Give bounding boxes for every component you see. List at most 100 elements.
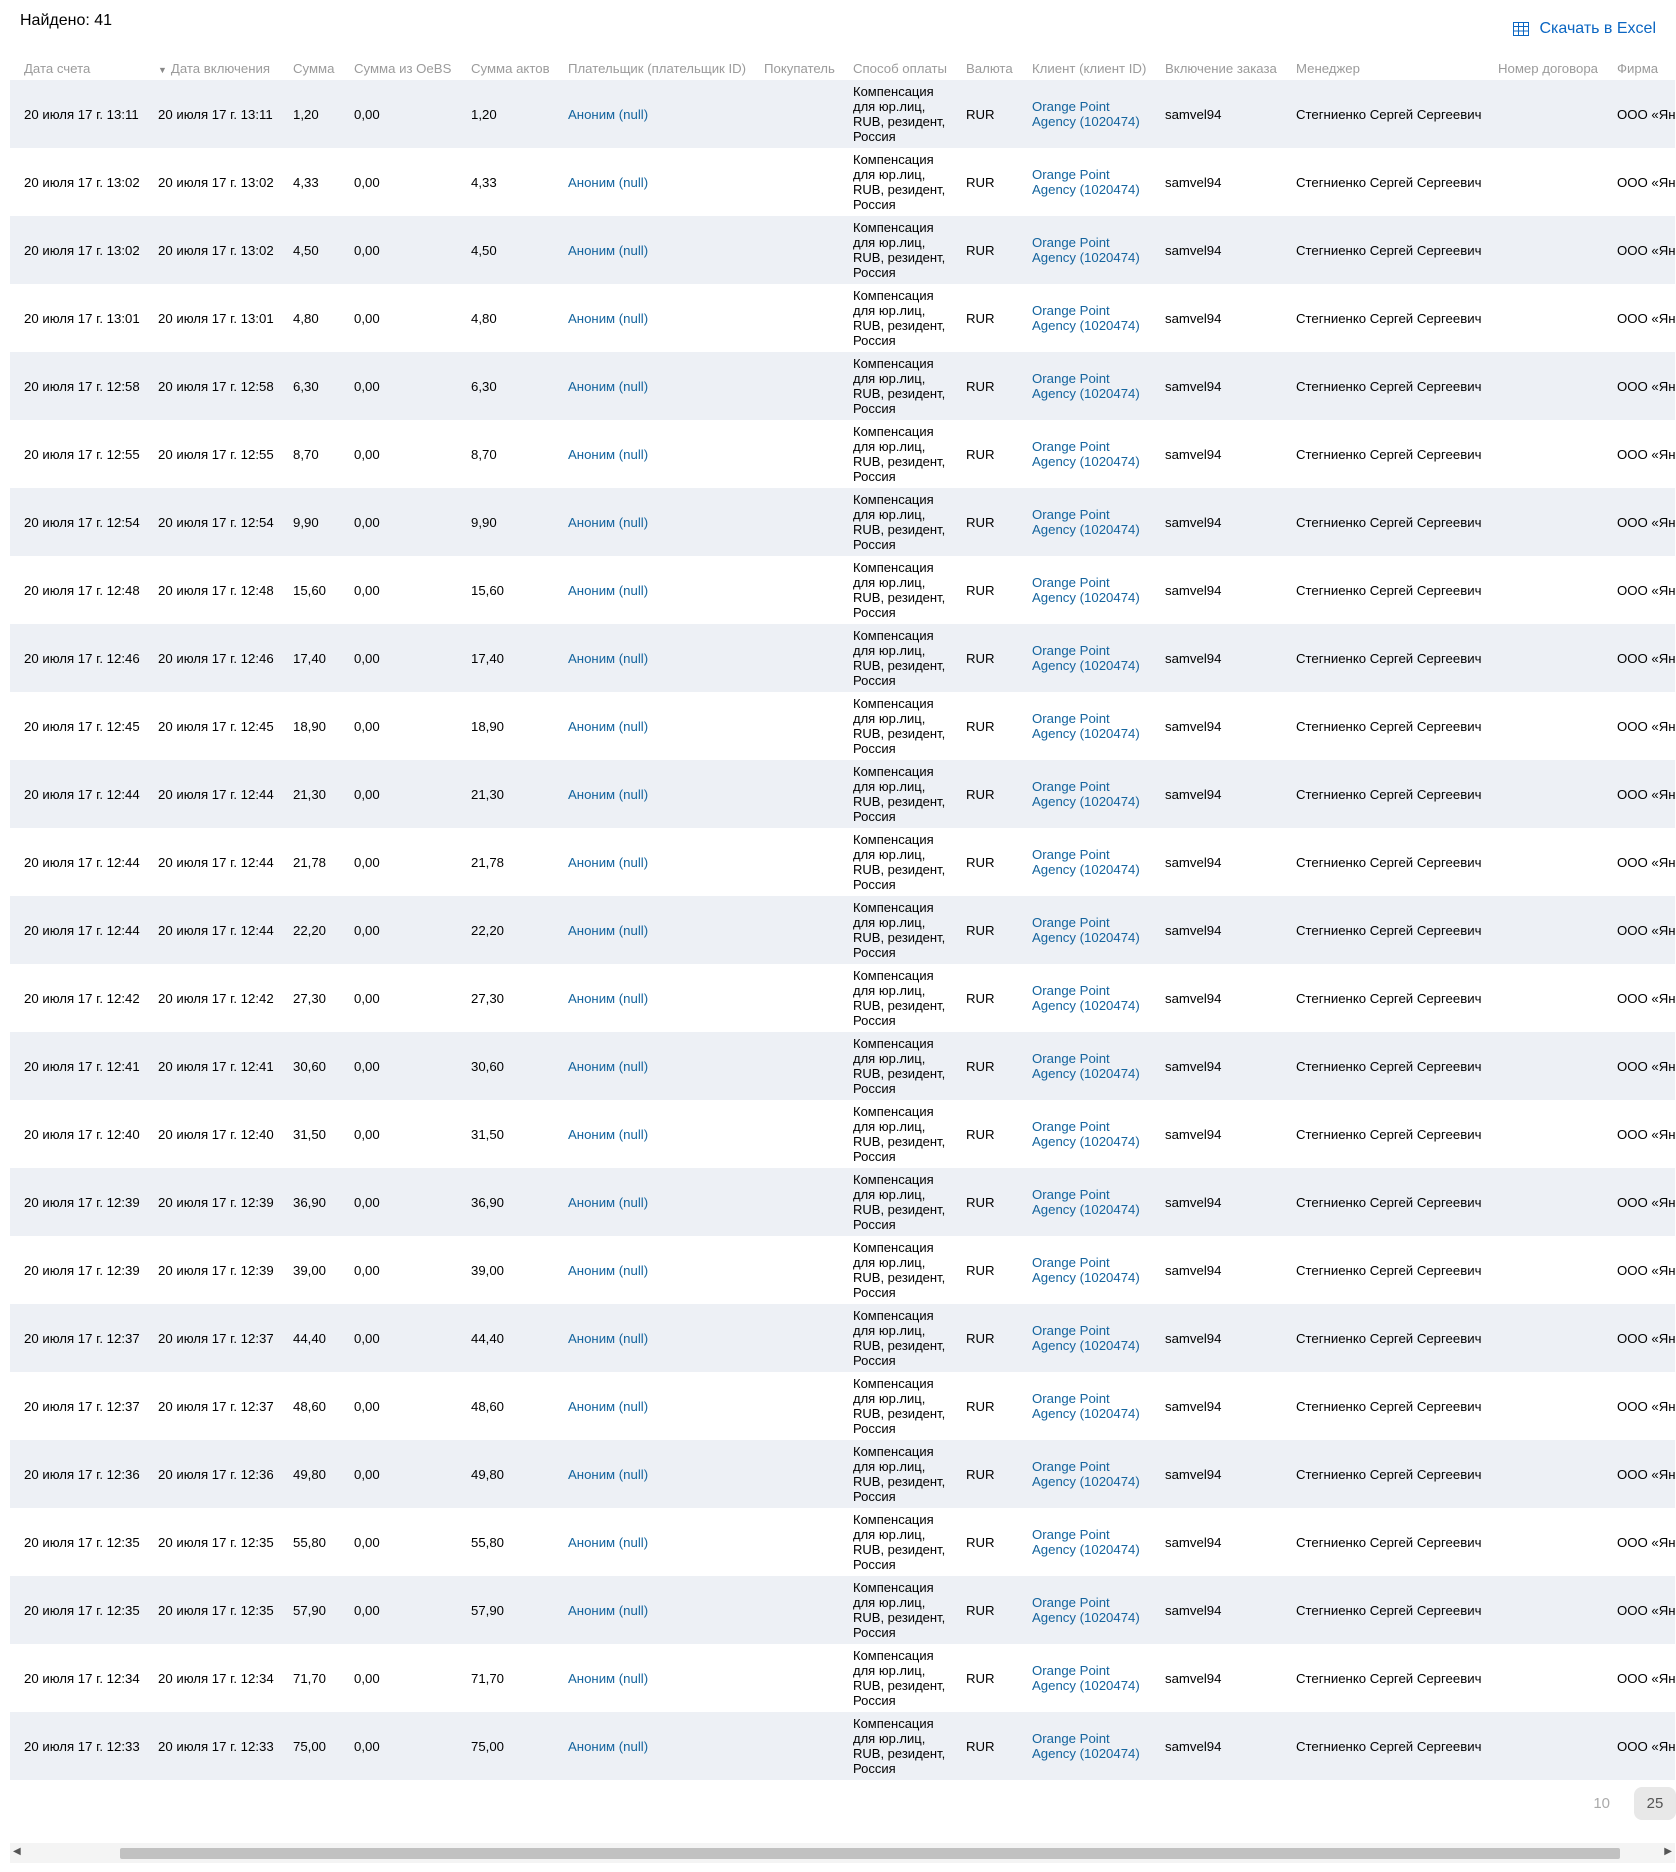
col-header-currency[interactable]: Валюта bbox=[952, 56, 1018, 80]
cell-payer-link[interactable]: Аноним (null) bbox=[568, 1331, 648, 1346]
cell-client-link[interactable]: Orange Point Agency (1020474) bbox=[1032, 915, 1140, 945]
cell-client-link[interactable]: Orange Point Agency (1020474) bbox=[1032, 303, 1140, 333]
table-row[interactable]: 20 июля 17 г. 12:54 20 июля 17 г. 12:54 9,… bbox=[10, 488, 1675, 556]
col-header-contract-number[interactable]: Номер договора bbox=[1484, 56, 1603, 80]
cell-client-link[interactable]: Orange Point Agency (1020474) bbox=[1032, 847, 1140, 877]
table-row[interactable]: 20 июля 17 г. 12:35 20 июля 17 г. 12:35 57… bbox=[10, 1576, 1675, 1644]
col-header-inclusion-date[interactable]: ▼ Дата включения bbox=[144, 56, 279, 80]
arrow-left-icon[interactable]: ◀ bbox=[13, 1846, 21, 1857]
cell-payer-link[interactable]: Аноним (null) bbox=[568, 175, 648, 190]
table-row[interactable]: 20 июля 17 г. 12:46 20 июля 17 г. 12:46 17… bbox=[10, 624, 1675, 692]
horizontal-scrollbar[interactable]: ◀ ▶ bbox=[10, 1843, 1675, 1863]
cell-payer-link[interactable]: Аноним (null) bbox=[568, 1195, 648, 1210]
table-row[interactable]: 20 июля 17 г. 12:41 20 июля 17 г. 12:41 30… bbox=[10, 1032, 1675, 1100]
cell-payer-link[interactable]: Аноним (null) bbox=[568, 1263, 648, 1278]
cell-payer-link[interactable]: Аноним (null) bbox=[568, 515, 648, 530]
cell-sum-acts: 9,90 bbox=[457, 488, 554, 556]
cell-client-link[interactable]: Orange Point Agency (1020474) bbox=[1032, 711, 1140, 741]
cell-client-link[interactable]: Orange Point Agency (1020474) bbox=[1032, 1459, 1140, 1489]
col-header-sum-oebs[interactable]: Сумма из OeBS bbox=[340, 56, 457, 80]
cell-payer-link[interactable]: Аноним (null) bbox=[568, 1059, 648, 1074]
col-header-payment-method[interactable]: Способ оплаты bbox=[839, 56, 952, 80]
table-row[interactable]: 20 июля 17 г. 12:55 20 июля 17 г. 12:55 8,… bbox=[10, 420, 1675, 488]
cell-client-link[interactable]: Orange Point Agency (1020474) bbox=[1032, 371, 1140, 401]
cell-client-link[interactable]: Orange Point Agency (1020474) bbox=[1032, 575, 1140, 605]
col-header-buyer[interactable]: Покупатель bbox=[750, 56, 839, 80]
table-row[interactable]: 20 июля 17 г. 12:33 20 июля 17 г. 12:33 75… bbox=[10, 1712, 1675, 1780]
cell-payer-link[interactable]: Аноним (null) bbox=[568, 1739, 648, 1754]
table-row[interactable]: 20 июля 17 г. 12:39 20 июля 17 г. 12:39 39… bbox=[10, 1236, 1675, 1304]
table-row[interactable]: 20 июля 17 г. 12:44 20 июля 17 г. 12:44 21… bbox=[10, 760, 1675, 828]
cell-client-link[interactable]: Orange Point Agency (1020474) bbox=[1032, 1119, 1140, 1149]
table-row[interactable]: 20 июля 17 г. 12:37 20 июля 17 г. 12:37 44… bbox=[10, 1304, 1675, 1372]
col-header-order-inclusion[interactable]: Включение заказа bbox=[1151, 56, 1282, 80]
cell-client-link[interactable]: Orange Point Agency (1020474) bbox=[1032, 1391, 1140, 1421]
col-header-sum-acts[interactable]: Сумма актов bbox=[457, 56, 554, 80]
cell-client-link[interactable]: Orange Point Agency (1020474) bbox=[1032, 167, 1140, 197]
col-header-firm[interactable]: Фирма bbox=[1603, 56, 1675, 80]
cell-currency: RUR bbox=[952, 488, 1018, 556]
cell-payer-link[interactable]: Аноним (null) bbox=[568, 719, 648, 734]
cell-client-link[interactable]: Orange Point Agency (1020474) bbox=[1032, 1323, 1140, 1353]
table-row[interactable]: 20 июля 17 г. 12:34 20 июля 17 г. 12:34 71… bbox=[10, 1644, 1675, 1712]
cell-client-link[interactable]: Orange Point Agency (1020474) bbox=[1032, 1255, 1140, 1285]
cell-client-link[interactable]: Orange Point Agency (1020474) bbox=[1032, 235, 1140, 265]
table-row[interactable]: 20 июля 17 г. 12:48 20 июля 17 г. 12:48 15… bbox=[10, 556, 1675, 624]
arrow-right-icon[interactable]: ▶ bbox=[1664, 1846, 1672, 1857]
cell-payer-link[interactable]: Аноним (null) bbox=[568, 1127, 648, 1142]
table-row[interactable]: 20 июля 17 г. 13:01 20 июля 17 г. 13:01 4,… bbox=[10, 284, 1675, 352]
col-header-payer[interactable]: Плательщик (плательщик ID) bbox=[554, 56, 750, 80]
cell-payer-link[interactable]: Аноним (null) bbox=[568, 787, 648, 802]
cell-payer-link[interactable]: Аноним (null) bbox=[568, 447, 648, 462]
cell-payer-link[interactable]: Аноним (null) bbox=[568, 1535, 648, 1550]
table-row[interactable]: 20 июля 17 г. 13:11 20 июля 17 г. 13:11 1,… bbox=[10, 80, 1675, 148]
cell-client-link[interactable]: Orange Point Agency (1020474) bbox=[1032, 99, 1140, 129]
table-row[interactable]: 20 июля 17 г. 12:36 20 июля 17 г. 12:36 49… bbox=[10, 1440, 1675, 1508]
cell-client-link[interactable]: Orange Point Agency (1020474) bbox=[1032, 1595, 1140, 1625]
cell-client-link[interactable]: Orange Point Agency (1020474) bbox=[1032, 507, 1140, 537]
cell-sum-acts: 71,70 bbox=[457, 1644, 554, 1712]
scrollbar-thumb[interactable] bbox=[120, 1848, 1620, 1859]
table-row[interactable]: 20 июля 17 г. 13:02 20 июля 17 г. 13:02 4,… bbox=[10, 148, 1675, 216]
cell-payer-link[interactable]: Аноним (null) bbox=[568, 379, 648, 394]
col-header-manager[interactable]: Менеджер bbox=[1282, 56, 1484, 80]
table-row[interactable]: 20 июля 17 г. 13:02 20 июля 17 г. 13:02 4,… bbox=[10, 216, 1675, 284]
page-size-option-25[interactable]: 25 bbox=[1634, 1787, 1676, 1820]
table-row[interactable]: 20 июля 17 г. 12:44 20 июля 17 г. 12:44 22… bbox=[10, 896, 1675, 964]
cell-client-link[interactable]: Orange Point Agency (1020474) bbox=[1032, 1731, 1140, 1761]
cell-client-link[interactable]: Orange Point Agency (1020474) bbox=[1032, 1051, 1140, 1081]
col-header-invoice-date[interactable]: Дата счета bbox=[10, 56, 144, 80]
cell-payer-link[interactable]: Аноним (null) bbox=[568, 1603, 648, 1618]
cell-payer-link[interactable]: Аноним (null) bbox=[568, 651, 648, 666]
table-row[interactable]: 20 июля 17 г. 12:39 20 июля 17 г. 12:39 36… bbox=[10, 1168, 1675, 1236]
cell-client-link[interactable]: Orange Point Agency (1020474) bbox=[1032, 983, 1140, 1013]
col-header-sum[interactable]: Сумма bbox=[279, 56, 340, 80]
cell-payer-link[interactable]: Аноним (null) bbox=[568, 855, 648, 870]
cell-client-link[interactable]: Orange Point Agency (1020474) bbox=[1032, 1527, 1140, 1557]
col-header-client[interactable]: Клиент (клиент ID) bbox=[1018, 56, 1151, 80]
cell-payer-link[interactable]: Аноним (null) bbox=[568, 1399, 648, 1414]
cell-client-link[interactable]: Orange Point Agency (1020474) bbox=[1032, 1187, 1140, 1217]
table-row[interactable]: 20 июля 17 г. 12:45 20 июля 17 г. 12:45 18… bbox=[10, 692, 1675, 760]
page-size-option-10[interactable]: 10 bbox=[1583, 1789, 1620, 1818]
cell-client-link[interactable]: Orange Point Agency (1020474) bbox=[1032, 439, 1140, 469]
cell-payer-link[interactable]: Аноним (null) bbox=[568, 583, 648, 598]
cell-client-link[interactable]: Orange Point Agency (1020474) bbox=[1032, 1663, 1140, 1693]
table-row[interactable]: 20 июля 17 г. 12:58 20 июля 17 г. 12:58 6,… bbox=[10, 352, 1675, 420]
excel-download-link[interactable]: Скачать в Excel bbox=[1513, 20, 1656, 38]
cell-payer-link[interactable]: Аноним (null) bbox=[568, 1467, 648, 1482]
table-row[interactable]: 20 июля 17 г. 12:37 20 июля 17 г. 12:37 48… bbox=[10, 1372, 1675, 1440]
cell-client-link[interactable]: Orange Point Agency (1020474) bbox=[1032, 643, 1140, 673]
cell-payer-link[interactable]: Аноним (null) bbox=[568, 1671, 648, 1686]
table-row[interactable]: 20 июля 17 г. 12:42 20 июля 17 г. 12:42 27… bbox=[10, 964, 1675, 1032]
cell-client-link[interactable]: Orange Point Agency (1020474) bbox=[1032, 779, 1140, 809]
cell-payer-link[interactable]: Аноним (null) bbox=[568, 991, 648, 1006]
cell-payer-link[interactable]: Аноним (null) bbox=[568, 311, 648, 326]
cell-payer-link[interactable]: Аноним (null) bbox=[568, 243, 648, 258]
table-row[interactable]: 20 июля 17 г. 12:35 20 июля 17 г. 12:35 55… bbox=[10, 1508, 1675, 1576]
table-row[interactable]: 20 июля 17 г. 12:44 20 июля 17 г. 12:44 21… bbox=[10, 828, 1675, 896]
cell-payer-link[interactable]: Аноним (null) bbox=[568, 107, 648, 122]
cell-currency-text: RUR bbox=[966, 174, 995, 190]
cell-payer-link[interactable]: Аноним (null) bbox=[568, 923, 648, 938]
table-row[interactable]: 20 июля 17 г. 12:40 20 июля 17 г. 12:40 31… bbox=[10, 1100, 1675, 1168]
